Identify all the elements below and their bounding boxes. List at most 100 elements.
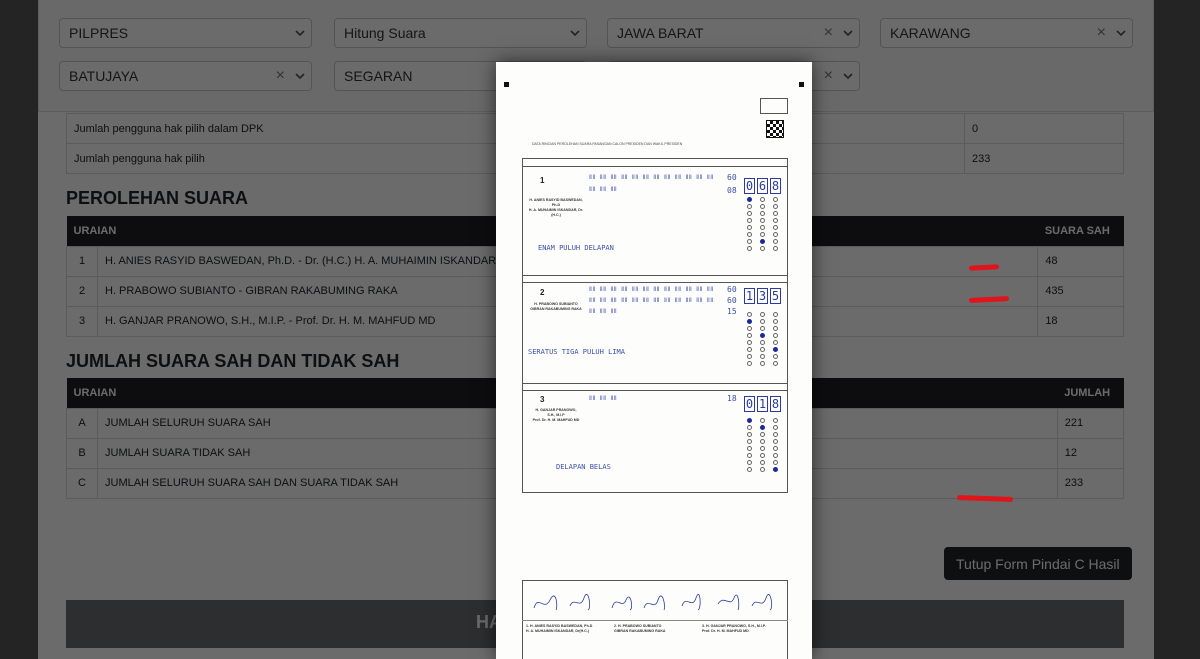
row-no: B	[66, 437, 98, 469]
signature-name: 1. H. ANIES RASYID BASWEDAN, Ph.D H. A. …	[526, 624, 593, 633]
chevron-down-icon	[295, 71, 305, 81]
candidate-2-ovals	[773, 312, 778, 366]
omr-oval	[773, 225, 778, 230]
omr-oval	[760, 354, 765, 359]
candidate-3-number: 3	[540, 395, 545, 404]
row-value: 18	[1037, 305, 1124, 337]
candidate-1-tally: ⅡⅡ ⅡⅡ ⅡⅡ	[589, 186, 618, 193]
row-no: A	[66, 407, 98, 439]
chevron-down-icon	[570, 28, 580, 38]
omr-oval	[747, 326, 752, 331]
candidate-1-digit: 0	[744, 178, 755, 194]
perolehan-title: PEROLEHAN SUARA	[66, 188, 249, 208]
candidate-1-ovals	[760, 197, 765, 251]
omr-oval	[747, 340, 752, 345]
omr-oval	[760, 246, 765, 251]
row-no: 2	[66, 275, 98, 307]
election-type-select[interactable]: PILPRES	[59, 18, 312, 48]
omr-oval	[747, 432, 752, 437]
candidate-2-tally: ⅡⅡ ⅡⅡ ⅡⅡ ⅡⅡ ⅡⅡ ⅡⅡ ⅡⅡ ⅡⅡ ⅡⅡ ⅡⅡ ⅡⅡ ⅡⅡ	[589, 286, 714, 293]
omr-oval	[773, 218, 778, 223]
omr-oval	[773, 326, 778, 331]
candidate-1-subtotal: 08	[727, 186, 737, 195]
omr-oval	[760, 347, 765, 352]
clear-icon[interactable]: ×	[276, 62, 285, 90]
chevron-down-icon	[1116, 28, 1126, 38]
omr-oval	[747, 347, 752, 352]
candidate-3-subtotal: 18	[727, 394, 737, 403]
omr-oval	[747, 218, 752, 223]
election-type-value: PILPRES	[69, 25, 129, 41]
candidate-2-ovals	[747, 312, 752, 366]
clear-icon[interactable]: ×	[1097, 19, 1106, 47]
omr-oval	[760, 312, 765, 317]
candidate-1-digit: 6	[757, 178, 768, 194]
jumlah-title: JUMLAH SUARA SAH DAN TIDAK SAH	[66, 351, 400, 371]
omr-oval	[773, 432, 778, 437]
candidate-1-name: H. ANIES RASYID BASWEDAN, Ph.D H. A. MUH…	[528, 198, 584, 217]
candidate-2-subtotal: 60	[727, 296, 737, 305]
col-jumlah: JUMLAH	[1057, 378, 1124, 408]
candidate-1-subtotal: 60	[727, 173, 737, 182]
signatures	[533, 594, 773, 611]
candidate-1-tally: ⅡⅡ ⅡⅡ ⅡⅡ ⅡⅡ ⅡⅡ ⅡⅡ ⅡⅡ ⅡⅡ ⅡⅡ ⅡⅡ ⅡⅡ ⅡⅡ	[589, 174, 714, 181]
candidate-2-ovals	[760, 312, 765, 366]
omr-oval	[773, 239, 778, 244]
omr-oval	[747, 197, 752, 202]
omr-oval	[747, 361, 752, 366]
omr-oval	[773, 347, 778, 352]
omr-oval	[760, 211, 765, 216]
candidate-3-ovals	[747, 418, 752, 472]
candidate-1-words: ENAM PULUH DELAPAN	[538, 244, 614, 252]
qr-code	[766, 120, 784, 138]
province-value: JAWA BARAT	[617, 25, 704, 41]
omr-oval	[760, 439, 765, 444]
omr-oval	[760, 361, 765, 366]
candidate-1-ovals	[773, 197, 778, 251]
row-no: 3	[66, 305, 98, 337]
row-value: 435	[1037, 275, 1124, 307]
omr-oval	[747, 246, 752, 251]
registration-mark	[799, 82, 804, 87]
candidate-2-number: 2	[540, 288, 545, 297]
signature-name: 3. H. GANJAR PRANOWO, S.H., M.I.P. Prof.…	[702, 624, 766, 633]
omr-oval	[747, 446, 752, 451]
candidate-3-digit: 8	[770, 396, 781, 412]
chevron-down-icon	[295, 28, 305, 38]
row-value: 48	[1037, 245, 1124, 277]
candidate-1-number: 1	[540, 176, 545, 185]
regency-value: KARAWANG	[890, 25, 971, 41]
candidate-3-digit: 0	[744, 396, 755, 412]
omr-oval	[760, 326, 765, 331]
omr-oval	[760, 218, 765, 223]
candidate-3-ovals	[773, 418, 778, 472]
candidate-2-tally: ⅡⅡ ⅡⅡ ⅡⅡ ⅡⅡ ⅡⅡ ⅡⅡ ⅡⅡ ⅡⅡ ⅡⅡ ⅡⅡ ⅡⅡ ⅡⅡ	[589, 297, 714, 304]
omr-oval	[747, 312, 752, 317]
candidate-1-ovals	[747, 197, 752, 251]
row-value: 221	[1056, 407, 1125, 439]
col-suara-sah: SUARA SAH	[1037, 216, 1124, 246]
omr-oval	[747, 204, 752, 209]
village-value: SEGARAN	[344, 68, 413, 84]
omr-oval	[773, 312, 778, 317]
omr-oval	[773, 418, 778, 423]
form-code-box	[760, 98, 788, 114]
omr-oval	[760, 446, 765, 451]
district-select[interactable]: BATUJAYA ×	[59, 61, 312, 91]
omr-oval	[773, 453, 778, 458]
omr-oval	[760, 418, 765, 423]
province-select[interactable]: JAWA BARAT ×	[607, 18, 860, 48]
clear-icon[interactable]: ×	[824, 19, 833, 47]
clear-icon[interactable]: ×	[824, 62, 833, 90]
regency-select[interactable]: KARAWANG ×	[880, 18, 1133, 48]
row-value: 233	[964, 143, 1124, 174]
candidate-3-tally: ⅡⅡ ⅡⅡ ⅡⅡ	[589, 395, 618, 402]
omr-oval	[760, 333, 765, 338]
data-type-select[interactable]: Hitung Suara	[334, 18, 587, 48]
candidate-1-digit: 8	[770, 178, 781, 194]
candidate-3-digit: 1	[757, 396, 768, 412]
row-value: 12	[1056, 437, 1125, 469]
omr-oval	[773, 204, 778, 209]
close-scan-form-button[interactable]: Tutup Form Pindai C Hasil	[944, 547, 1132, 580]
row-value: 0	[964, 113, 1124, 144]
